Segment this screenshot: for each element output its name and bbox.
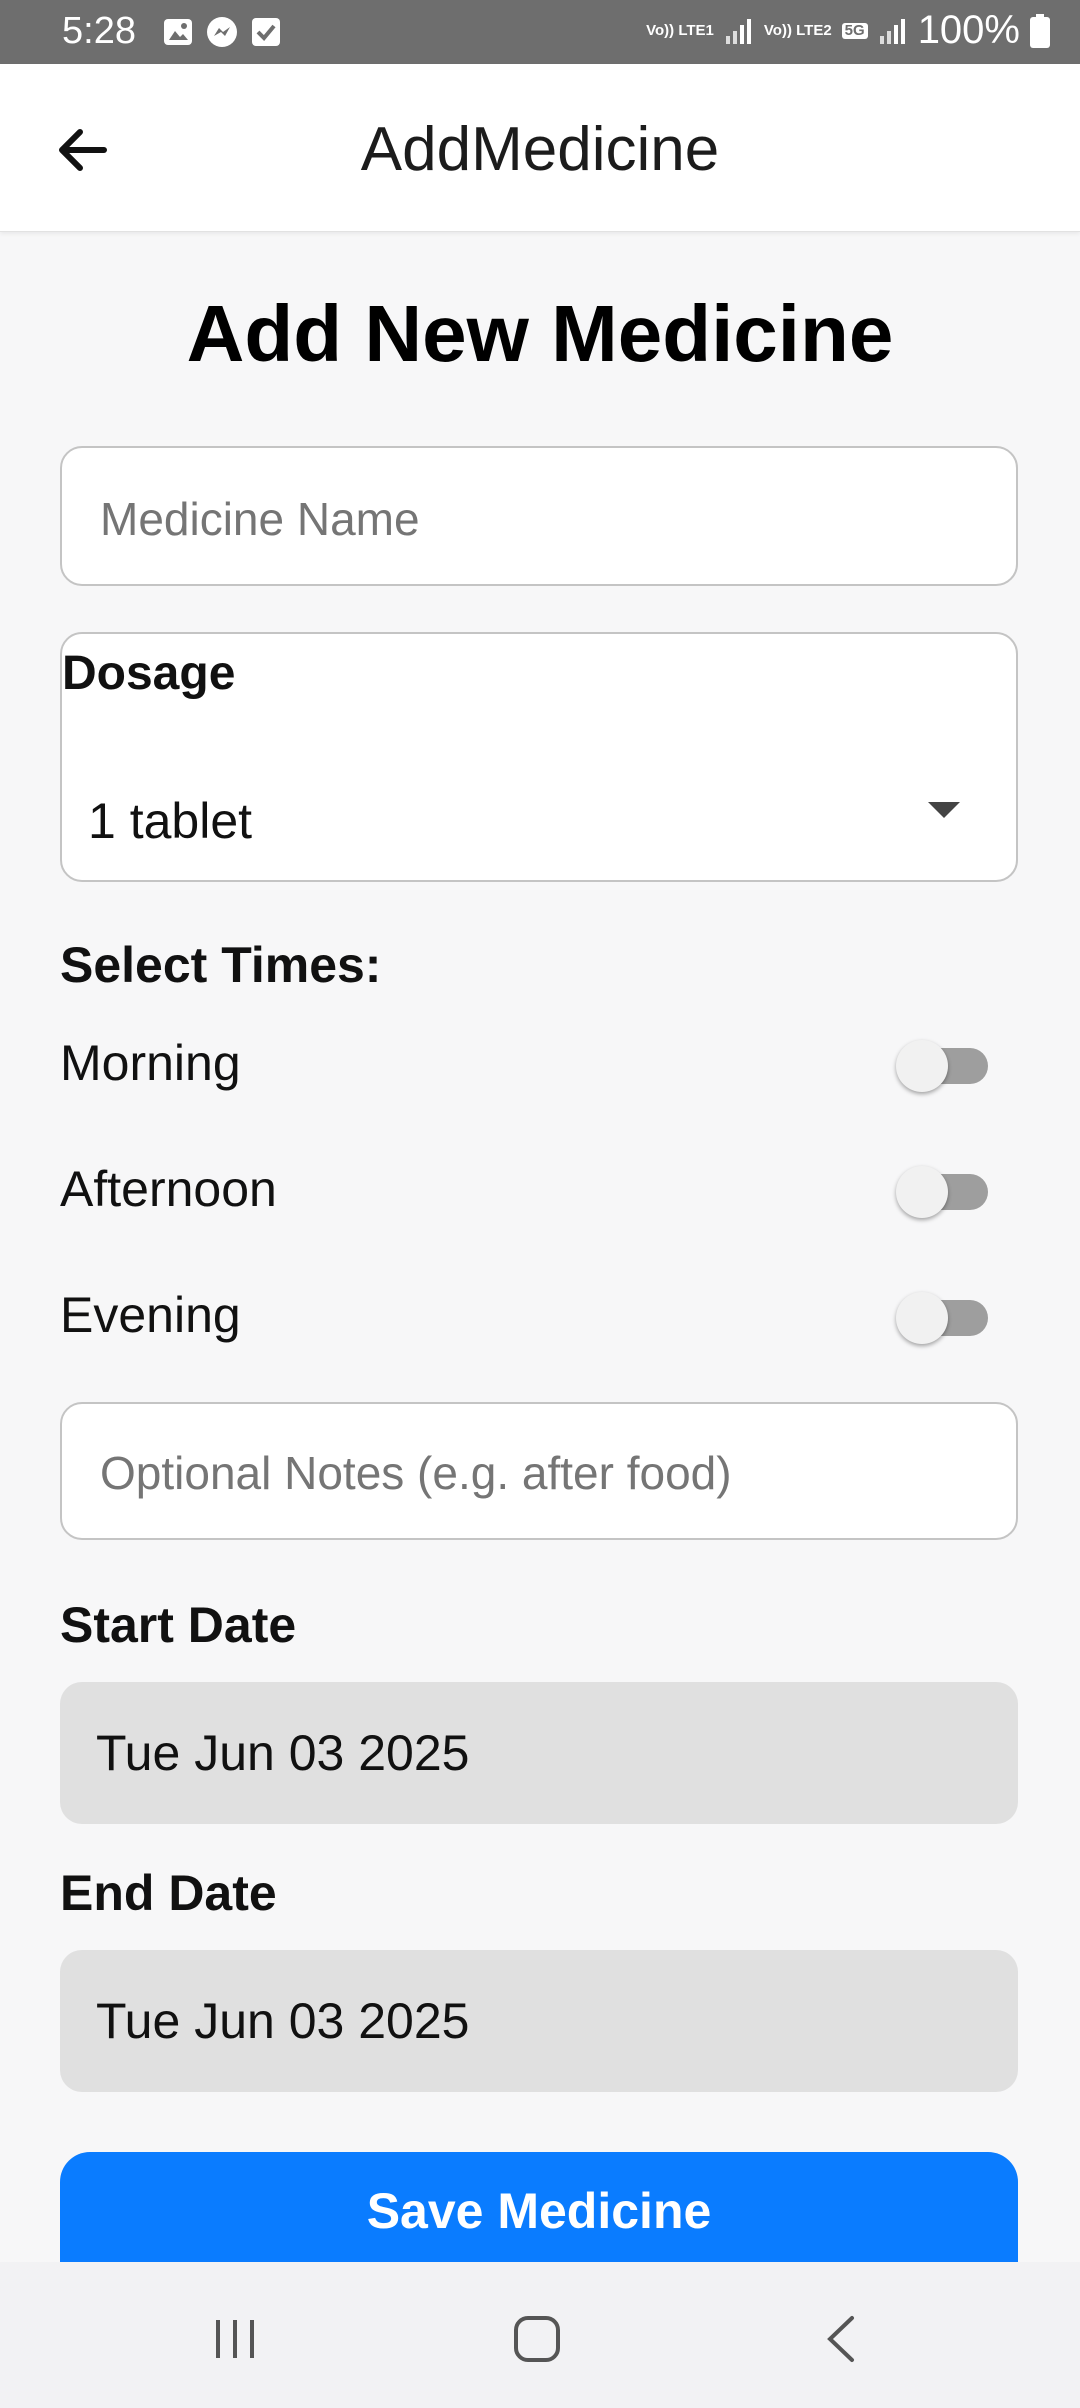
battery-icon bbox=[1030, 13, 1050, 48]
battery-percent: 100% bbox=[917, 8, 1020, 52]
select-times-label: Select Times: bbox=[60, 937, 382, 993]
time-label: Morning bbox=[60, 1035, 241, 1091]
page-title: Add New Medicine bbox=[186, 289, 894, 378]
check-icon bbox=[250, 16, 282, 48]
start-date-label: Start Date bbox=[60, 1597, 297, 1653]
time-row-afternoon: Afternoon bbox=[60, 1148, 1018, 1228]
notes-placeholder: Optional Notes (e.g. after food) bbox=[100, 1447, 732, 1499]
messenger-icon bbox=[206, 16, 238, 48]
start-date-field[interactable]: Tue Jun 03 2025 bbox=[60, 1682, 1018, 1824]
notification-icons bbox=[162, 16, 282, 48]
status-right: Vo)) LTE1 Vo)) LTE2 5G 100% bbox=[646, 8, 1050, 53]
recents-icon[interactable] bbox=[210, 2314, 260, 2364]
save-button-label: Save Medicine bbox=[366, 2183, 712, 2239]
time-label: Afternoon bbox=[60, 1161, 277, 1217]
notes-input[interactable]: Optional Notes (e.g. after food) bbox=[60, 1402, 1018, 1540]
app-bar-title: AddMedicine bbox=[360, 115, 720, 184]
signal-icon bbox=[725, 18, 751, 44]
status-bar: 5:28 Vo)) LTE1 Vo)) LTE2 5G 100% bbox=[0, 0, 1080, 64]
home-icon[interactable] bbox=[512, 2314, 562, 2364]
morning-toggle[interactable] bbox=[896, 1040, 988, 1092]
dosage-label: Dosage bbox=[62, 647, 236, 700]
network-2: Vo)) LTE2 bbox=[763, 21, 832, 39]
time-row-morning: Morning bbox=[60, 1022, 1018, 1102]
image-icon bbox=[162, 16, 194, 48]
toggle-thumb bbox=[896, 1292, 948, 1344]
save-medicine-button[interactable]: Save Medicine bbox=[60, 2152, 1018, 2262]
network-1: Vo)) LTE1 bbox=[646, 21, 714, 39]
afternoon-toggle[interactable] bbox=[896, 1166, 988, 1218]
medicine-name-placeholder: Medicine Name bbox=[100, 493, 420, 545]
end-date-value: Tue Jun 03 2025 bbox=[96, 1993, 470, 2049]
status-time: 5:28 bbox=[62, 10, 136, 52]
time-row-evening: Evening bbox=[60, 1274, 1018, 1354]
dosage-selected-value: 1 tablet bbox=[88, 793, 253, 849]
app-bar: AddMedicine bbox=[0, 64, 1080, 232]
system-nav-bar bbox=[0, 2262, 1080, 2408]
evening-toggle[interactable] bbox=[896, 1292, 988, 1344]
end-date-label: End Date bbox=[60, 1865, 277, 1921]
dropdown-caret-icon bbox=[928, 802, 960, 818]
back-icon[interactable] bbox=[822, 2314, 862, 2364]
toggle-thumb bbox=[896, 1040, 948, 1092]
medicine-name-input[interactable]: Medicine Name bbox=[60, 446, 1018, 586]
signal-icon-2 bbox=[879, 18, 905, 44]
time-label: Evening bbox=[60, 1287, 241, 1343]
toggle-thumb bbox=[896, 1166, 948, 1218]
end-date-field[interactable]: Tue Jun 03 2025 bbox=[60, 1950, 1018, 2092]
network-badge: 5G bbox=[841, 22, 868, 39]
start-date-value: Tue Jun 03 2025 bbox=[96, 1725, 470, 1781]
dosage-select[interactable]: Dosage 1 tablet bbox=[60, 632, 1018, 882]
